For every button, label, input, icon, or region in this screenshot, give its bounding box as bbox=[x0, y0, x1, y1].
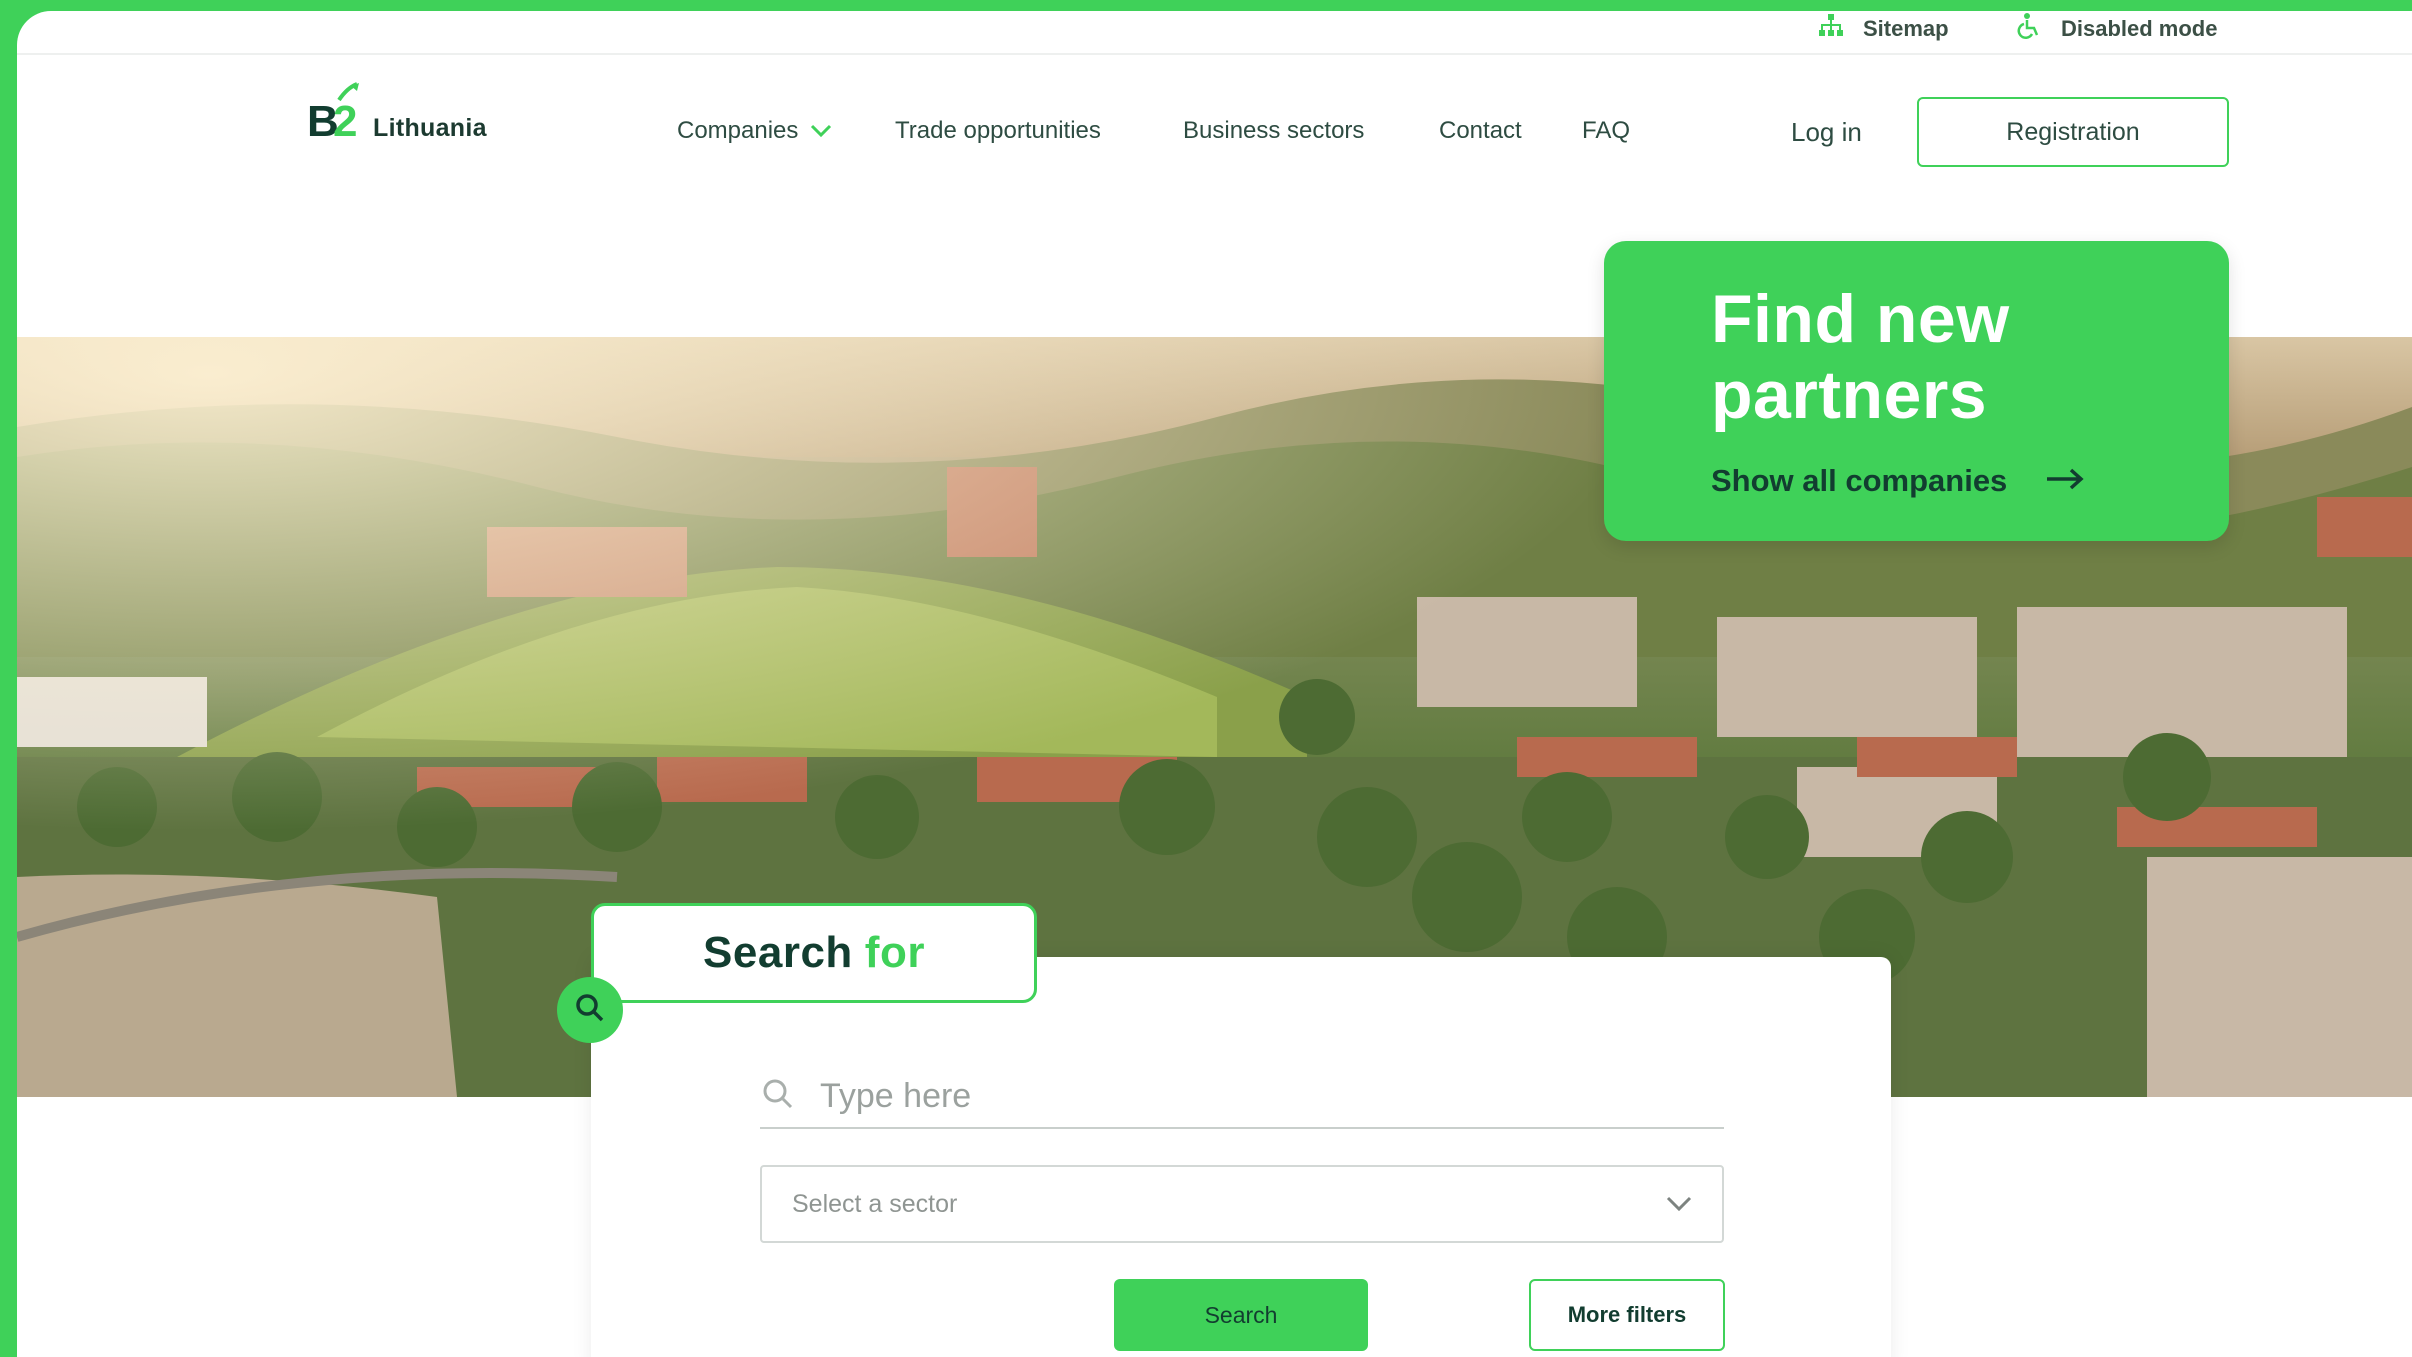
promo-title-line1: Find new bbox=[1711, 281, 2010, 357]
promo-title: Find new partners bbox=[1711, 281, 2191, 433]
chevron-down-icon bbox=[810, 117, 832, 145]
nav-trade-opportunities[interactable]: Trade opportunities bbox=[895, 117, 1101, 145]
nav-faq[interactable]: FAQ bbox=[1582, 117, 1630, 145]
utility-bar: Sitemap Disabled mode bbox=[17, 11, 2412, 55]
b2-lithuania-logo-icon: B 2 bbox=[307, 82, 373, 147]
nav-trade-opportunities-label: Trade opportunities bbox=[895, 117, 1101, 144]
site-header: B 2 Lithuania Companies Trade opportunit… bbox=[17, 55, 2412, 199]
arrow-right-icon bbox=[2045, 463, 2085, 499]
svg-text:2: 2 bbox=[333, 97, 357, 142]
disabled-mode-label: Disabled mode bbox=[2061, 16, 2218, 41]
sitemap-link[interactable]: Sitemap bbox=[1817, 11, 1949, 47]
sitemap-label: Sitemap bbox=[1863, 16, 1949, 41]
search-tab-accent: for bbox=[864, 928, 925, 977]
search-for-tab: Search for bbox=[591, 903, 1037, 1003]
nav-contact-label: Contact bbox=[1439, 117, 1522, 144]
chevron-down-icon bbox=[1666, 1190, 1692, 1219]
sitemap-icon bbox=[1817, 12, 1845, 46]
accessibility-icon bbox=[2015, 12, 2043, 46]
search-icon bbox=[572, 990, 608, 1031]
search-input[interactable] bbox=[820, 1076, 1724, 1116]
nav-contact[interactable]: Contact bbox=[1439, 117, 1522, 145]
nav-companies[interactable]: Companies bbox=[677, 117, 832, 145]
nav-business-sectors-label: Business sectors bbox=[1183, 117, 1365, 144]
site-logo[interactable]: B 2 Lithuania bbox=[307, 82, 487, 147]
search-input-icon bbox=[760, 1076, 796, 1117]
login-link[interactable]: Log in bbox=[1791, 117, 1862, 148]
show-all-companies-link[interactable]: Show all companies bbox=[1711, 463, 2085, 499]
nav-companies-label: Companies bbox=[677, 117, 799, 144]
search-field bbox=[760, 1065, 1724, 1129]
show-all-companies-label: Show all companies bbox=[1711, 463, 2008, 498]
search-button[interactable]: Search bbox=[1114, 1279, 1368, 1351]
sector-select[interactable]: Select a sector bbox=[760, 1165, 1724, 1243]
search-tab-title: Search bbox=[703, 928, 853, 977]
registration-button[interactable]: Registration bbox=[1917, 97, 2229, 167]
disabled-mode-link[interactable]: Disabled mode bbox=[2015, 11, 2217, 47]
sector-select-placeholder: Select a sector bbox=[792, 1189, 958, 1218]
search-badge bbox=[557, 977, 623, 1043]
promo-title-line2: partners bbox=[1711, 357, 1988, 433]
more-filters-button[interactable]: More filters bbox=[1529, 1279, 1725, 1351]
find-partners-card: Find new partners Show all companies bbox=[1604, 241, 2229, 541]
page-frame: Sitemap Disabled mode B 2 Lithuania Comp… bbox=[17, 11, 2412, 1357]
logo-text: Lithuania bbox=[373, 114, 487, 142]
nav-business-sectors[interactable]: Business sectors bbox=[1183, 117, 1364, 145]
nav-faq-label: FAQ bbox=[1582, 117, 1631, 144]
